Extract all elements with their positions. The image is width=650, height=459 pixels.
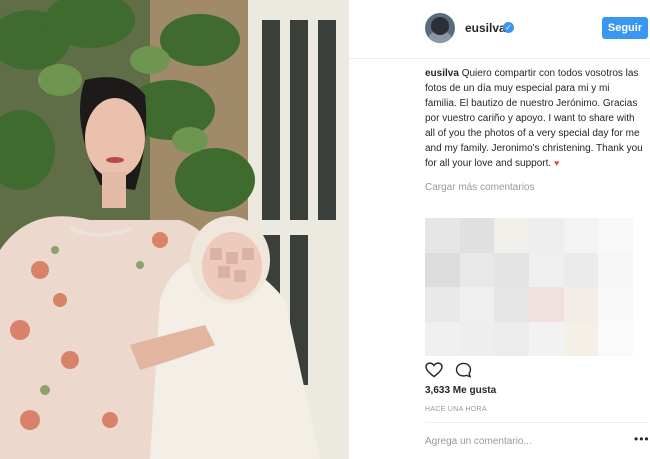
post-timestamp: HACE UNA HORA bbox=[425, 406, 487, 413]
caption-username[interactable]: eusilva bbox=[425, 68, 459, 79]
caption: eusilva Quiero compartir con todos vosot… bbox=[425, 66, 643, 171]
post-panel: eusilva ✓ Seguir eusilva Quiero comparti… bbox=[349, 0, 650, 459]
load-more-comments[interactable]: Cargar más comentarios bbox=[425, 182, 643, 193]
post-actions bbox=[425, 362, 645, 382]
post-header: eusilva ✓ Seguir bbox=[349, 0, 650, 59]
like-count[interactable]: 3,633 Me gusta bbox=[425, 385, 496, 396]
caption-text: Quiero compartir con todos vosotros las … bbox=[425, 68, 643, 169]
divider bbox=[425, 422, 649, 423]
username[interactable]: eusilva bbox=[465, 21, 506, 35]
add-comment-input[interactable]: Agrega un comentario... bbox=[425, 436, 532, 447]
blurred-comments bbox=[425, 218, 633, 356]
caption-heart: ♥ bbox=[553, 158, 560, 168]
comment-icon[interactable] bbox=[455, 362, 472, 378]
post-photo[interactable] bbox=[0, 0, 349, 459]
comments-section: eusilva Quiero compartir con todos vosot… bbox=[425, 66, 643, 193]
heart-icon[interactable] bbox=[425, 362, 443, 378]
follow-button[interactable]: Seguir bbox=[602, 17, 648, 39]
avatar[interactable] bbox=[425, 13, 455, 43]
verified-badge-icon: ✓ bbox=[503, 22, 514, 33]
more-options-icon[interactable]: ••• bbox=[634, 432, 650, 446]
